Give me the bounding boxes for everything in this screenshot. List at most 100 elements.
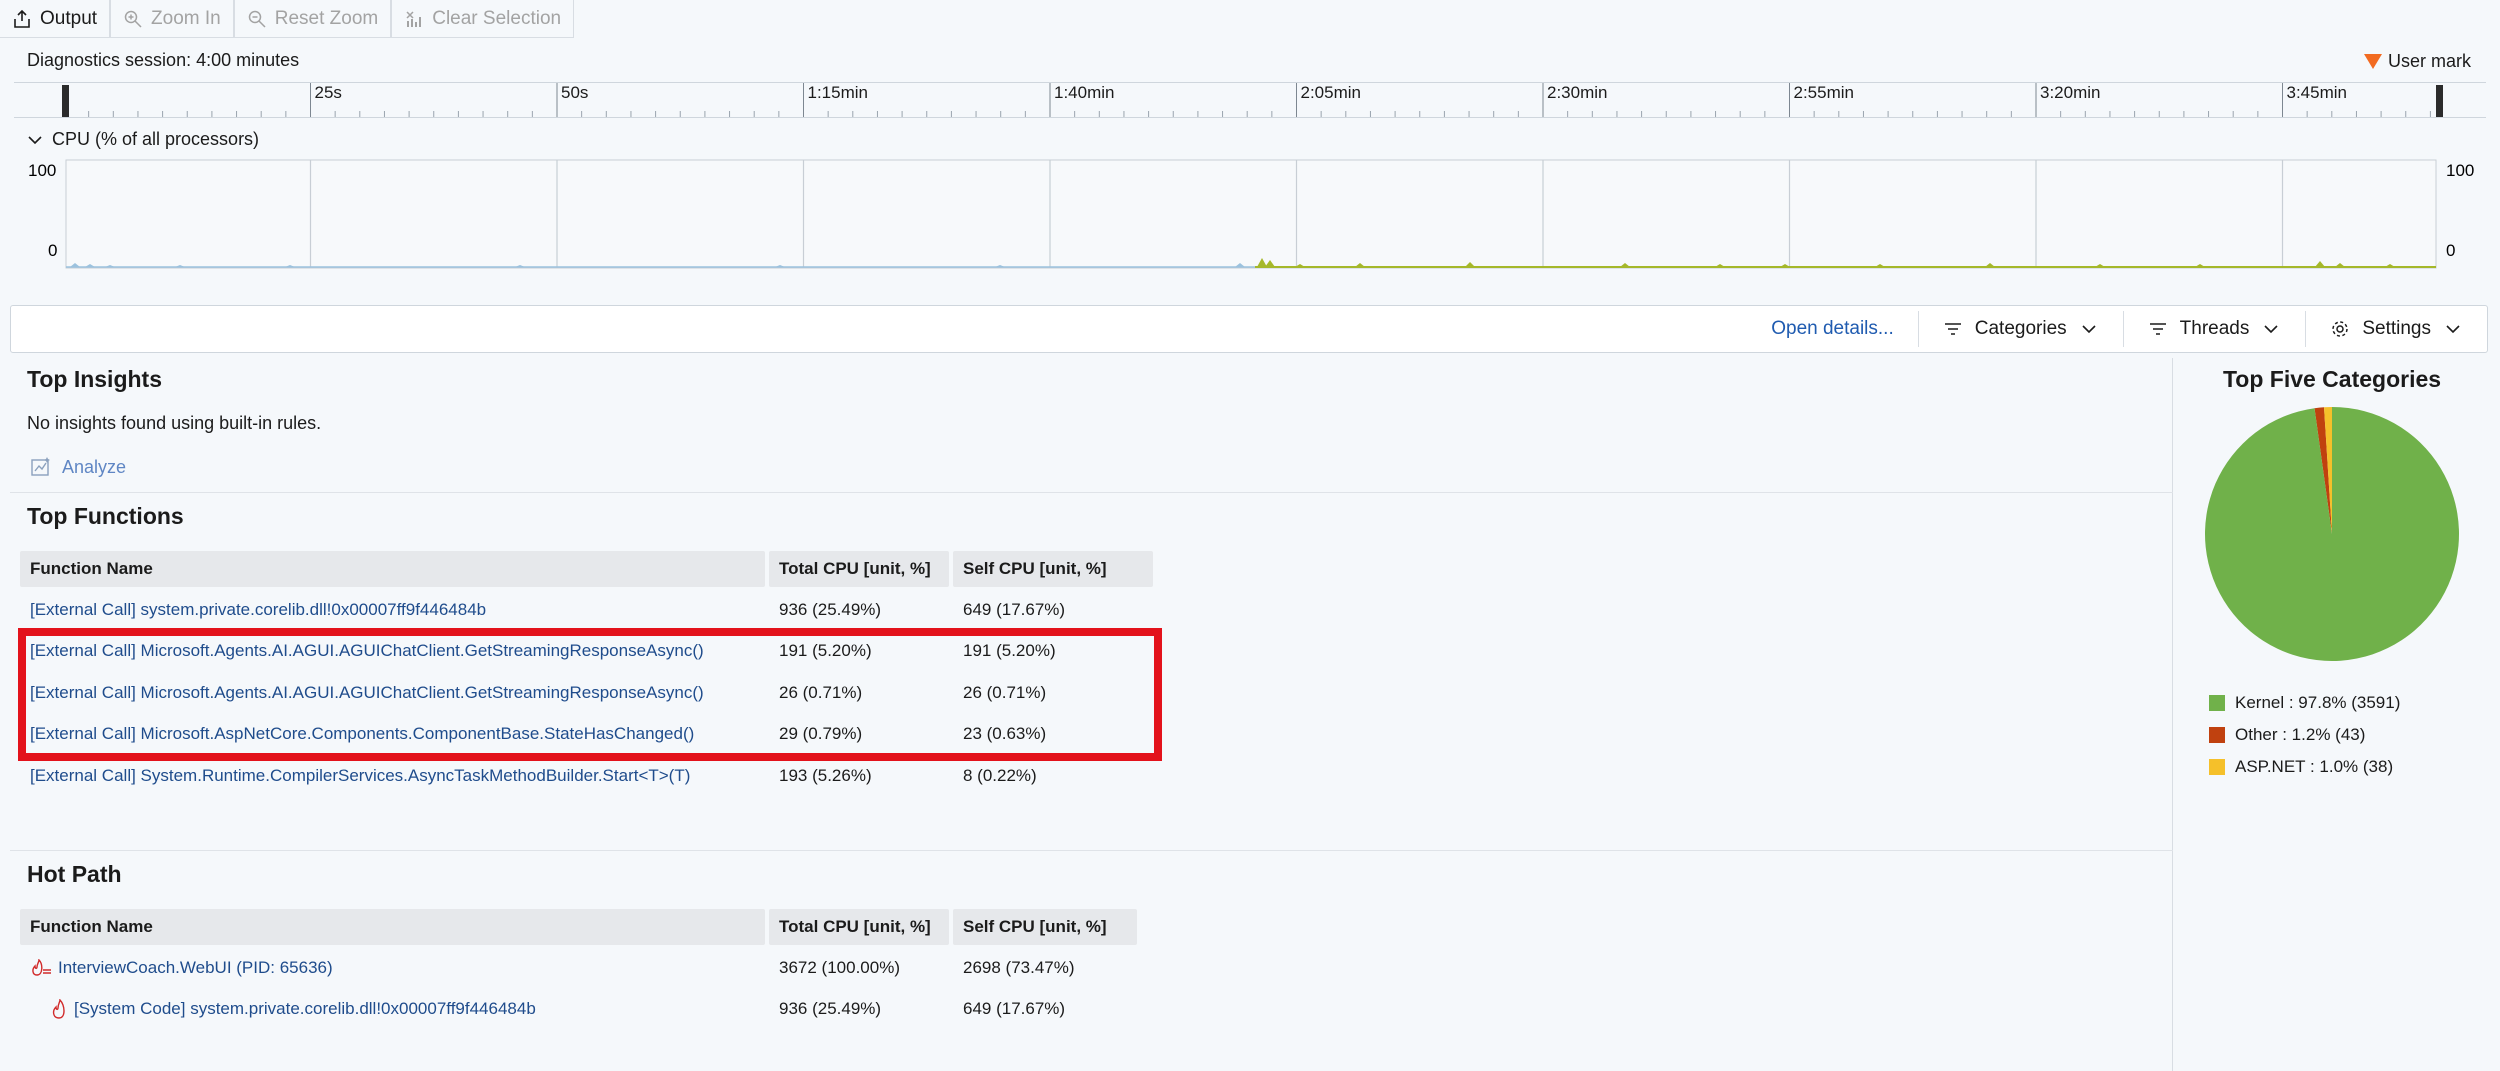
session-duration: Diagnostics session: 4:00 minutes [27,50,300,70]
legend-item-kernel: Kernel : 97.8% (3591) [2209,693,2400,713]
self-cpu-cell: 649 (17.67%) [963,599,1066,619]
column-header-function-name[interactable]: Function Name [20,909,765,945]
column-header-self-cpu[interactable]: Self CPU [unit, %] [953,551,1153,587]
function-name-label: [System Code] system.private.corelib.dll… [74,999,536,1019]
legend-item-other: Other : 1.2% (43) [2209,725,2365,745]
legend-swatch [2209,759,2225,775]
ruler-tick-label: 1:15min [808,83,868,102]
categories-pie-chart[interactable] [2204,406,2460,662]
zoom-in-button[interactable]: Zoom In [110,0,234,38]
flame-icon [52,999,65,1019]
chevron-down-icon [2446,325,2460,334]
column-header-self-cpu[interactable]: Self CPU [unit, %] [953,909,1137,945]
self-cpu-cell: 8 (0.22%) [963,765,1037,785]
ruler-tick-label: 3:20min [2040,83,2100,102]
ruler-ticks: 25s 50s 1:15min 1:40min 2:05min 2:30min 2:55mi… [62,83,2443,117]
hot-path-table: Function Name Total CPU [unit, %] Self C… [20,909,1141,1030]
column-header-total-cpu[interactable]: Total CPU [unit, %] [769,551,949,587]
top-categories-title: Top Five Categories [2222,366,2442,392]
categories-label: Categories [1974,318,2067,339]
open-details-link[interactable]: Open details... [1747,318,1918,340]
threads-dropdown[interactable]: Threads [2122,311,2306,347]
ruler-tick-label: 2:30min [1547,83,1607,102]
analyze-icon [31,457,50,476]
highlight-annotation-box [18,628,1162,761]
table-header: Function Name Total CPU [unit, %] Self C… [20,909,1141,945]
pie-slice-kernel[interactable] [2205,407,2459,661]
total-cpu-cell: 936 (25.49%) [779,999,882,1019]
reset-zoom-label: Reset Zoom [274,7,379,29]
filter-icon [1944,323,1961,335]
top-insights-title: Top Insights [27,366,163,392]
range-end-handle[interactable] [2436,85,2443,117]
ruler-tick-label: 3:45min [2287,83,2347,102]
export-icon [14,9,30,28]
y-axis-min-right: 0 [2446,241,2455,260]
hot-path-flame-icon [32,958,51,976]
user-mark-label: User mark [2387,51,2471,71]
cpu-graph-header[interactable]: CPU (% of all processors) [28,129,259,150]
user-mark-icon [2363,54,2382,69]
output-label: Output [40,7,98,29]
legend-swatch [2209,727,2225,743]
analyze-label: Analyze [62,456,127,477]
y-axis-max-right: 100 [2446,161,2474,180]
self-cpu-cell: 2698 (73.47%) [963,957,1075,977]
top-functions-title: Top Functions [27,503,184,529]
table-header: Function Name Total CPU [unit, %] Self C… [20,551,1157,587]
cpu-graph-title: CPU (% of all processors) [52,129,260,149]
ruler-tick-label: 2:55min [1794,83,1854,102]
section-divider [10,492,2173,493]
function-name-cell[interactable]: [External Call] system.private.corelib.d… [20,600,765,620]
legend-swatch [2209,695,2225,711]
hot-path-title: Hot Path [27,861,122,887]
function-name-cell[interactable]: [External Call] System.Runtime.CompilerS… [20,766,765,786]
function-name-cell[interactable]: [System Code] system.private.corelib.dll… [20,999,765,1019]
filter-icon [2149,323,2166,335]
chevron-down-icon [2082,325,2096,334]
zoom-in-label: Zoom In [151,7,221,29]
table-row[interactable]: [External Call] System.Runtime.CompilerS… [20,755,1157,797]
clear-selection-icon [406,10,422,27]
y-axis-min-left: 0 [48,241,57,260]
ruler-tick-label: 2:05min [1301,83,1361,102]
cpu-graph-canvas: 100 0 100 0 [28,159,2474,269]
reset-zoom-button[interactable]: Reset Zoom [233,0,392,38]
total-cpu-cell: 936 (25.49%) [779,599,882,619]
chevron-down-icon [2264,325,2278,334]
filter-bar: Open details... Categories Threads Setti… [10,305,2488,353]
ruler-tick-label: 25s [315,83,342,102]
reset-zoom-icon [248,10,266,28]
table-row[interactable]: [External Call] system.private.corelib.d… [20,589,1157,631]
clear-selection-button[interactable]: Clear Selection [391,0,575,38]
insights-message: No insights found using built-in rules. [27,413,322,433]
settings-dropdown[interactable]: Settings [2305,311,2487,347]
function-name-cell[interactable]: InterviewCoach.WebUI (PID: 65636) [20,958,765,978]
column-header-function-name[interactable]: Function Name [20,551,765,587]
column-header-total-cpu[interactable]: Total CPU [unit, %] [769,909,949,945]
timeline-ruler[interactable]: 25s 50s 1:15min 1:40min 2:05min 2:30min 2:55mi… [14,82,2486,118]
ruler-tick-label: 50s [561,83,588,102]
range-start-handle[interactable] [62,85,69,117]
table-row[interactable]: InterviewCoach.WebUI (PID: 65636) 3672 (… [20,947,1141,989]
cpu-plot-area [65,159,2437,269]
threads-label: Threads [2179,318,2250,339]
self-cpu-cell: 649 (17.67%) [963,999,1066,1019]
clear-selection-label: Clear Selection [432,7,562,29]
function-name-label: InterviewCoach.WebUI (PID: 65636) [58,957,333,977]
output-button[interactable]: Output [0,0,111,38]
total-cpu-cell: 3672 (100.00%) [779,957,900,977]
zoom-in-icon [124,10,142,28]
y-axis-max-left: 100 [28,161,56,180]
table-row[interactable]: [System Code] system.private.corelib.dll… [20,989,1141,1031]
legend-label: Kernel : 97.8% (3591) [2235,693,2401,712]
ruler-tick-label: 1:40min [1054,83,1114,102]
legend-item-aspnet: ASP.NET : 1.0% (38) [2209,757,2393,777]
cpu-graph[interactable]: 100 0 100 0 [0,150,2500,300]
settings-label: Settings [2362,318,2431,339]
categories-dropdown[interactable]: Categories [1917,311,2123,347]
analyze-button[interactable]: Analyze [30,456,126,478]
total-cpu-cell: 193 (5.26%) [779,765,872,785]
chevron-down-icon [28,135,42,144]
legend-label: ASP.NET : 1.0% (38) [2235,757,2394,776]
